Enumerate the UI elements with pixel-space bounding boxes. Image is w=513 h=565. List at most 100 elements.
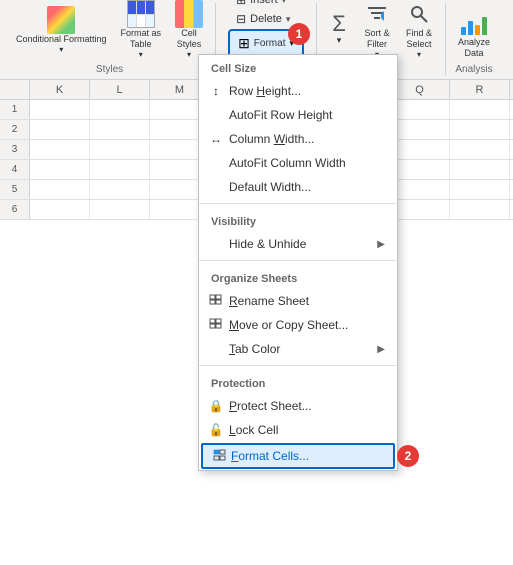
cell[interactable] [450,160,510,179]
row-num-3: 3 [0,140,30,159]
cell[interactable] [450,100,510,119]
autofit-column-width-label: AutoFit Column Width [229,156,346,170]
column-width-menu-item[interactable]: ↔ Column Width... [199,127,397,151]
hide-unhide-label: Hide & Unhide [229,237,306,251]
cs-icon-graphic [175,0,203,28]
format-dropdown-menu: Cell Size ↕ Row Height... AutoFit Row He… [198,54,398,471]
cell[interactable] [390,140,450,159]
cell[interactable] [30,200,90,219]
styles-group-label: Styles [96,64,123,75]
default-width-menu-item[interactable]: Default Width... [199,175,397,199]
sort-filter-button[interactable]: Sort &Filter ▾ [357,0,397,62]
lock-cell-menu-item[interactable]: 🔓 Lock Cell [199,418,397,442]
cell[interactable] [90,200,150,219]
autofit-row-height-label: AutoFit Row Height [229,108,332,122]
annotation-circle-1: 1 [288,23,310,45]
hide-unhide-arrow: ▶ [377,239,385,250]
insert-button[interactable]: ⊞ Insert ▾ [228,0,304,9]
col-header-l: L [90,80,150,99]
format-cells-menu-item[interactable]: Format Cells... 2 [201,443,395,469]
insert-icon: ⊞ [236,0,246,7]
analyze-data-button[interactable]: AnalyzeData [452,4,496,62]
ribbon-group-analysis: AnalyzeData Analysis [446,3,502,75]
delete-icon: ⊟ [236,12,246,26]
protect-sheet-icon: 🔒 [207,397,225,415]
default-width-label: Default Width... [229,180,311,194]
row-height-label: Row Height... [229,84,301,98]
move-copy-label: Move or Copy Sheet... [229,318,348,332]
protect-sheet-menu-item[interactable]: 🔒 Protect Sheet... [199,394,397,418]
cell[interactable] [390,200,450,219]
fat-arrow: ▾ [139,50,143,59]
cell[interactable] [90,180,150,199]
cell[interactable] [450,200,510,219]
move-copy-icon [207,316,225,334]
autofit-column-width-menu-item[interactable]: AutoFit Column Width [199,151,397,175]
row-height-menu-item[interactable]: ↕ Row Height... [199,79,397,103]
cs-label: CellStyles [177,28,202,50]
divider-2 [199,260,397,261]
cf-label: Conditional Formatting [16,34,107,45]
tab-color-arrow: ▶ [377,344,385,355]
sum-button[interactable]: Σ ▾ [323,10,355,49]
sum-arrow: ▾ [337,35,342,46]
sum-icon: Σ [332,13,346,35]
format-cells-label: Format Cells... [231,449,309,463]
cell-size-section-title: Cell Size [199,55,397,79]
format-icon: ⊞ [238,35,250,52]
protection-section-title: Protection [199,370,397,394]
rename-sheet-menu-item[interactable]: Rename Sheet [199,289,397,313]
rename-sheet-icon [207,292,225,310]
conditional-formatting-button[interactable]: Conditional Formatting ▾ [10,3,113,57]
autofit-row-height-menu-item[interactable]: AutoFit Row Height [199,103,397,127]
row-num-4: 4 [0,160,30,179]
divider-3 [199,365,397,366]
analysis-group-label: Analysis [455,64,492,75]
cell[interactable] [30,100,90,119]
cell-styles-button[interactable]: CellStyles ▾ [169,0,209,62]
sort-filter-label: Sort &Filter [364,28,389,50]
editing-buttons: Σ ▾ Sort &Filter ▾ Find &Select ▾ [323,0,439,62]
insert-label: Insert [250,0,278,6]
row-num-5: 5 [0,180,30,199]
format-as-table-button[interactable]: Format asTable ▾ [115,0,168,62]
cell[interactable] [450,120,510,139]
cell[interactable] [390,100,450,119]
col-header-k: K [30,80,90,99]
cell[interactable] [90,140,150,159]
insert-arrow: ▾ [282,0,287,6]
analyze-data-icon [459,7,489,37]
analyze-label: AnalyzeData [458,37,490,59]
format-cells-icon [211,447,229,465]
cell[interactable] [30,140,90,159]
cell[interactable] [450,180,510,199]
cell[interactable] [90,120,150,139]
cell[interactable] [390,120,450,139]
col-header-r: R [450,80,510,99]
hide-unhide-menu-item[interactable]: Hide & Unhide ▶ [199,232,397,256]
cell[interactable] [90,100,150,119]
move-copy-sheet-menu-item[interactable]: Move or Copy Sheet... [199,313,397,337]
column-width-icon: ↔ [207,130,225,148]
cell[interactable] [30,180,90,199]
find-select-icon [405,0,433,28]
ribbon-group-styles: Conditional Formatting ▾ Format asTable … [4,3,216,75]
tab-color-menu-item[interactable]: Tab Color ▶ [199,337,397,361]
cell[interactable] [30,120,90,139]
fat-label: Format asTable [121,28,162,50]
lock-cell-label: Lock Cell [229,423,278,437]
visibility-section-title: Visibility [199,208,397,232]
cf-icon-graphic [47,6,75,34]
cell[interactable] [90,160,150,179]
cell[interactable] [30,160,90,179]
format-label: Format [254,38,286,49]
row-num-1: 1 [0,100,30,119]
cs-arrow: ▾ [187,50,191,59]
cell[interactable] [450,140,510,159]
find-select-arrow: ▾ [417,50,421,59]
styles-buttons: Conditional Formatting ▾ Format asTable … [10,0,209,62]
cell[interactable] [390,180,450,199]
cell[interactable] [390,160,450,179]
fat-icon-graphic [127,0,155,28]
find-select-button[interactable]: Find &Select ▾ [399,0,439,62]
